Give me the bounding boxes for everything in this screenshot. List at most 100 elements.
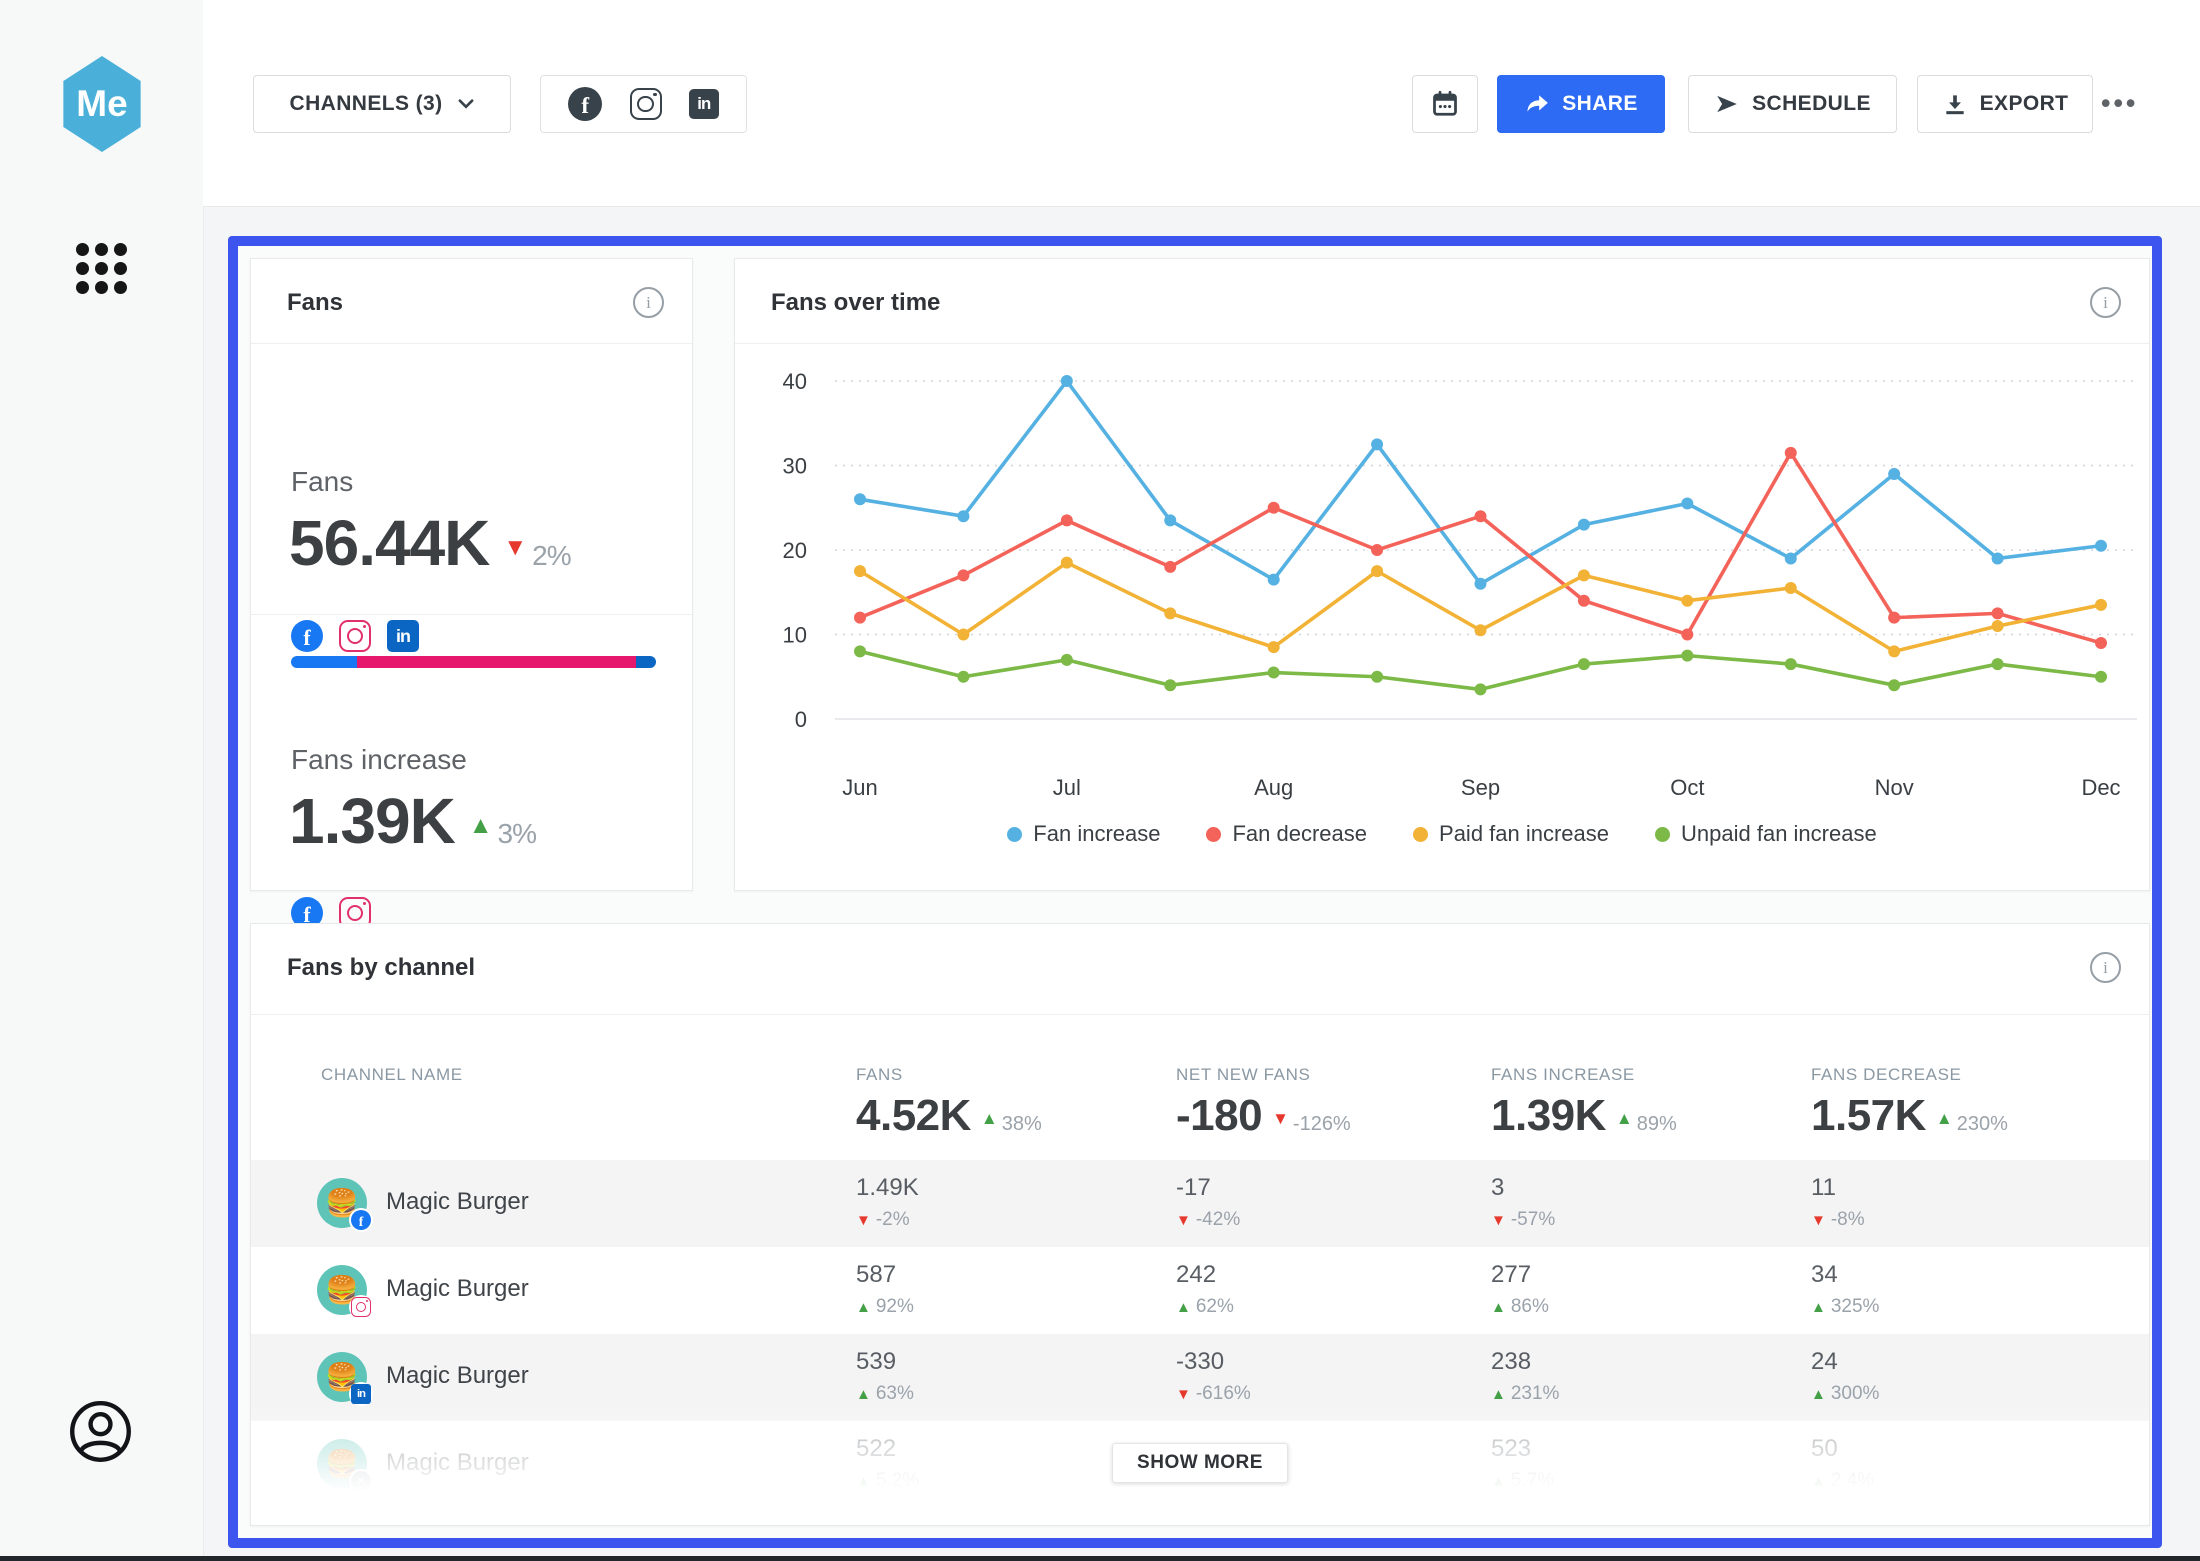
facebook-icon[interactable]: [568, 87, 602, 121]
metric-cell: 587▲92%: [856, 1261, 1156, 1318]
channel-avatar: 🍔: [317, 1439, 367, 1489]
svg-text:Oct: Oct: [1670, 775, 1704, 800]
metric-cell: 539▲63%: [856, 1348, 1156, 1405]
share-button-label: SHARE: [1562, 92, 1638, 116]
date-range-button[interactable]: [1412, 75, 1478, 133]
channel-avatar: 🍔: [317, 1352, 367, 1402]
svg-text:Dec: Dec: [2081, 775, 2120, 800]
fans-card-title: Fans: [287, 289, 343, 317]
info-icon[interactable]: [2090, 952, 2121, 983]
chevron-down-icon: [458, 99, 474, 109]
legend-dot: [1206, 827, 1221, 842]
trend-arrow-icon: ▲: [1936, 1109, 1953, 1128]
channels-dropdown[interactable]: CHANNELS (3): [253, 75, 511, 133]
channel-name: Magic Burger: [386, 1188, 529, 1216]
show-more-button[interactable]: SHOW MORE: [1112, 1443, 1288, 1483]
table-header: CHANNEL NAME FANS 4.52K▲38% NET NEW FANS…: [251, 1015, 2149, 1160]
metric-cell: 50▲2.4%: [1811, 1435, 2111, 1492]
metric-cell: 523▲5.7%: [1491, 1435, 1791, 1492]
svg-text:0: 0: [795, 707, 807, 732]
trend-arrow-icon: ▼: [1272, 1109, 1289, 1128]
trend-arrow-icon: ▲: [1491, 1299, 1506, 1316]
schedule-button[interactable]: SCHEDULE: [1688, 75, 1897, 133]
legend-dot: [1413, 827, 1428, 842]
trend-arrow-icon: ▲: [1811, 1386, 1826, 1403]
send-icon: [1714, 91, 1740, 117]
schedule-button-label: SCHEDULE: [1752, 92, 1871, 116]
trend-arrow-icon: ▲: [1616, 1109, 1633, 1128]
metric-cell: 277▲86%: [1491, 1261, 1791, 1318]
top-toolbar: CHANNELS (3) SHARE SCHEDUL: [203, 0, 2200, 207]
fans-metric-label: Fans: [291, 466, 353, 498]
linkedin-icon: [351, 1384, 371, 1404]
summary-fans-increase: 1.39K▲89%: [1491, 1091, 1677, 1141]
facebook-icon: [291, 620, 323, 652]
trend-arrow-icon: ▲: [856, 1299, 871, 1316]
fans-metric-value: 56.44K▼2%: [289, 506, 571, 580]
svg-text:20: 20: [783, 538, 807, 563]
apps-grid-icon[interactable]: [73, 240, 130, 297]
trend-arrow-icon: ▼: [503, 534, 526, 561]
trend-arrow-icon: ▼: [1176, 1212, 1191, 1229]
export-button-label: EXPORT: [1980, 92, 2069, 116]
column-fans: FANS: [856, 1065, 903, 1085]
summary-fans: 4.52K▲38%: [856, 1091, 1042, 1141]
legend-item[interactable]: Fan increase: [1007, 821, 1160, 847]
legend-label: Unpaid fan increase: [1681, 821, 1877, 847]
legend-item[interactable]: Fan decrease: [1206, 821, 1367, 847]
share-icon: [1524, 91, 1550, 117]
facebook-icon: [351, 1210, 371, 1230]
column-net-new-fans: NET NEW FANS: [1176, 1065, 1310, 1085]
metric-cell: 11▼-8%: [1811, 1174, 2111, 1231]
instagram-icon[interactable]: [630, 88, 662, 120]
trend-arrow-icon: ▼: [856, 1212, 871, 1229]
download-icon: [1942, 91, 1968, 117]
chart-legend: Fan increase Fan decrease Paid fan increas…: [735, 821, 2149, 847]
info-icon[interactable]: [633, 287, 664, 318]
legend-item[interactable]: Unpaid fan increase: [1655, 821, 1877, 847]
channel-avatar: 🍔: [317, 1178, 367, 1228]
fans-over-time-chart[interactable]: 010203040JunJulAugSepOctNovDec: [735, 349, 2151, 811]
column-fans-decrease: FANS DECREASE: [1811, 1065, 1961, 1085]
trend-arrow-icon: ▲: [469, 812, 492, 839]
legend-dot: [1655, 827, 1670, 842]
table-row[interactable]: 🍔Magic Burger1.49K▼-2%-17▼-42%3▼-57%11▼-…: [251, 1160, 2149, 1247]
linkedin-icon[interactable]: [689, 89, 719, 119]
metric-cell: 1.49K▼-2%: [856, 1174, 1156, 1231]
fans-increase-label: Fans increase: [291, 744, 467, 776]
chart-title: Fans over time: [771, 289, 940, 317]
fans-increase-value: 1.39K▲3%: [289, 784, 536, 858]
legend-item[interactable]: Paid fan increase: [1413, 821, 1609, 847]
fans-card: Fans Fans 56.44K▼2% Fans increase 1.39K▲…: [250, 258, 693, 891]
trend-arrow-icon: ▲: [856, 1386, 871, 1403]
metric-cell: 522▲5.2%: [856, 1435, 1156, 1492]
info-icon[interactable]: [2090, 287, 2121, 318]
instagram-icon: [339, 620, 371, 652]
channel-network-badge: [349, 1208, 373, 1232]
channel-network-toggles: [540, 75, 747, 133]
metric-cell: 24▲300%: [1811, 1348, 2111, 1405]
channel-network-badge: [349, 1469, 373, 1493]
table-row[interactable]: 🍔Magic Burger539▲63%-330▼-616%238▲231%24…: [251, 1334, 2149, 1421]
svg-text:Jun: Jun: [842, 775, 877, 800]
fans-by-channel-card: Fans by channel CHANNEL NAME FANS 4.52K▲…: [250, 923, 2150, 1526]
account-icon[interactable]: [67, 1398, 134, 1465]
table-row[interactable]: 🍔Magic Burger587▲92%242▲62%277▲86%34▲325…: [251, 1247, 2149, 1334]
trend-arrow-icon: ▼: [1491, 1212, 1506, 1229]
channel-network-badge: [349, 1295, 373, 1319]
share-button[interactable]: SHARE: [1497, 75, 1665, 133]
column-channel-name: CHANNEL NAME: [321, 1065, 463, 1085]
more-options-button[interactable]: •••: [2101, 88, 2138, 119]
metric-cell: 3▼-57%: [1491, 1174, 1791, 1231]
app-logo[interactable]: Me: [60, 56, 144, 152]
svg-text:Nov: Nov: [1875, 775, 1914, 800]
svg-text:Jul: Jul: [1053, 775, 1081, 800]
calendar-icon: [1430, 89, 1460, 119]
export-button[interactable]: EXPORT: [1917, 75, 2093, 133]
metric-cell: 34▲325%: [1811, 1261, 2111, 1318]
channels-dropdown-label: CHANNELS (3): [290, 92, 443, 116]
trend-arrow-icon: ▲: [1811, 1299, 1826, 1316]
window-bottom-edge: [0, 1556, 2200, 1561]
fans-channel-icons: [291, 620, 419, 652]
dashboard-selection-frame: Fans Fans 56.44K▼2% Fans increase 1.39K▲…: [228, 236, 2162, 1548]
